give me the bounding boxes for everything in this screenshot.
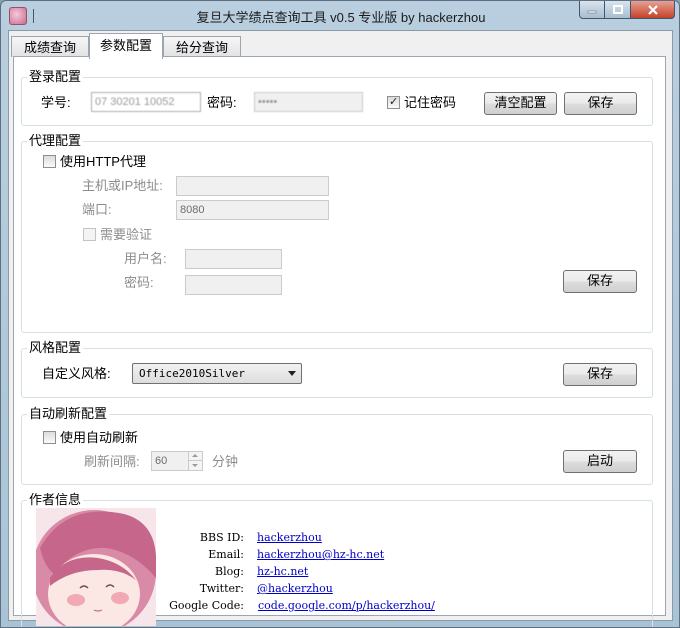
password-label: 密码: [207,95,237,110]
host-label: 主机或IP地址: [82,178,163,193]
author-link-blog[interactable]: hz-hc.net [257,565,308,579]
require-auth-label: 需要验证 [100,227,153,242]
auto-refresh-group [21,414,653,485]
style-select[interactable]: Office2010Silver [132,363,302,384]
student-id-input[interactable]: 07 30201 10052 [91,92,201,112]
auto-refresh-group-label: 自动刷新配置 [27,406,110,422]
use-proxy-checkbox[interactable] [43,155,56,168]
check-icon: ✓ [389,96,399,108]
start-refresh-button[interactable]: 启动 [563,450,637,473]
maximize-button[interactable] [605,1,631,19]
refresh-interval-label: 刷新间隔: [84,454,140,469]
custom-style-label: 自定义风格: [42,366,111,381]
proxy-save-button[interactable]: 保存 [563,270,637,293]
client-area: 成绩查询 参数配置 给分查询 登录配置 学号: 07 30201 10052 密… [8,30,673,627]
minimize-icon [587,10,597,13]
style-group [21,348,653,398]
style-save-button[interactable]: 保存 [563,363,637,386]
tab-settings[interactable]: 参数配置 [89,33,163,59]
arrow-down-icon [192,464,198,467]
proxy-password-input[interactable] [185,275,282,295]
settings-tab-page: 登录配置 学号: 07 30201 10052 密码: ••••• ✓ 记住密码… [13,56,666,627]
tab-grade-query[interactable]: 成绩查询 [11,36,89,57]
proxy-group-label: 代理配置 [27,133,84,149]
spin-down-button[interactable] [188,461,202,470]
use-auto-refresh-checkbox[interactable] [43,431,56,444]
proxy-username-label: 用户名: [124,251,167,266]
refresh-interval-value: 60 [155,455,168,467]
app-window: 复旦大学绩点查询工具 v0.5 专业版 by hackerzhou 成绩查询 参… [0,0,680,628]
minimize-button[interactable] [579,1,605,19]
use-auto-refresh-label: 使用自动刷新 [60,430,139,445]
author-link-google-code[interactable]: code.google.com/p/hackerzhou/ [258,599,435,613]
clear-config-button[interactable]: 清空配置 [484,92,557,115]
close-button[interactable] [631,1,675,19]
style-group-label: 风格配置 [27,340,84,356]
title-bar[interactable]: 复旦大学绩点查询工具 v0.5 专业版 by hackerzhou [1,1,679,29]
refresh-interval-spinner[interactable]: 60 [151,451,203,471]
arrow-up-icon [192,454,198,457]
refresh-unit-label: 分钟 [212,454,239,469]
tab-score-query[interactable]: 给分查询 [163,36,241,57]
remember-password-label: 记住密码 [404,95,457,110]
proxy-username-input[interactable] [185,249,282,269]
use-proxy-label: 使用HTTP代理 [60,154,146,169]
author-key-twitter: Twitter: [199,582,244,595]
login-save-button[interactable]: 保存 [564,92,637,115]
login-group-label: 登录配置 [27,69,84,85]
port-label: 端口: [82,202,112,217]
password-input[interactable]: ••••• [254,92,363,112]
student-id-label: 学号: [41,95,71,110]
author-link-email[interactable]: hackerzhou@hz-hc.net [257,548,384,562]
maximize-icon [612,5,623,14]
author-group-label: 作者信息 [27,492,84,508]
proxy-password-label: 密码: [124,275,154,290]
remember-password-checkbox[interactable]: ✓ [387,96,400,109]
spin-up-button[interactable] [188,452,202,461]
dropdown-arrow-icon [288,371,296,376]
author-link-twitter[interactable]: @hackerzhou [257,582,333,596]
port-input[interactable]: 8080 [176,200,329,220]
close-icon [647,4,658,15]
host-input[interactable] [176,176,329,196]
author-key-blog: Blog: [215,565,244,578]
author-link-bbs[interactable]: hackerzhou [257,531,322,545]
author-key-email: Email: [208,548,244,561]
require-auth-checkbox[interactable] [83,228,96,241]
author-key-google-code: Google Code: [169,599,244,612]
author-key-bbs: BBS ID: [199,531,244,544]
caption-buttons [579,1,675,20]
style-select-value: Office2010Silver [139,367,245,380]
